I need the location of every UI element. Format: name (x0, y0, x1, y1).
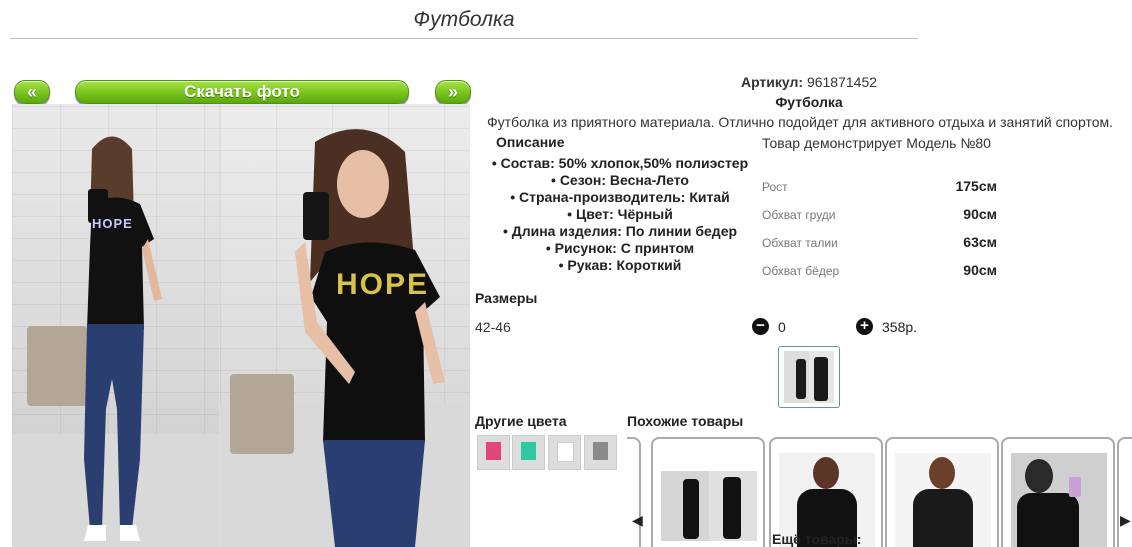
page-title: Футболка (413, 8, 515, 31)
spec-item: • Рисунок: С принтом (545, 240, 695, 256)
figure-body-icon (913, 489, 973, 547)
similar-product-card[interactable] (885, 437, 999, 547)
thumbnail-image (784, 351, 834, 403)
spec-item: • Сезон: Весна-Лето (551, 172, 689, 188)
next-photo-button[interactable]: » (435, 80, 471, 104)
measurement-label-height: Рост (762, 180, 788, 194)
description-heading: Описание (496, 134, 565, 150)
similar-product-card[interactable] (627, 437, 641, 547)
color-swatch (486, 442, 501, 460)
sizes-heading: Размеры (475, 290, 538, 306)
measurement-label-hips: Обхват бёдер (762, 264, 840, 278)
color-swatch (593, 442, 608, 460)
shirt-print-small: HOPE (92, 216, 133, 231)
measurement-label-waist: Обхват талии (762, 236, 838, 250)
decrease-quantity-button[interactable]: − (752, 318, 769, 335)
more-products-label: Ещё товары: (772, 531, 862, 547)
other-colors-heading: Другие цвета (475, 413, 567, 429)
photo-panel-full-length: HOPE (12, 104, 219, 547)
figure-icon (723, 477, 741, 539)
measurement-value-height: 175см (955, 178, 997, 194)
prev-photo-button[interactable]: « (14, 80, 50, 104)
article-row: Артикул: 961871452 (620, 74, 998, 90)
color-variant-thumbnail[interactable] (584, 435, 617, 470)
similar-product-image (895, 453, 991, 547)
product-description: Футболка из приятного материала. Отлично… (487, 114, 1114, 130)
color-variant-thumbnail[interactable] (548, 435, 581, 470)
size-label: 42-46 (475, 319, 511, 335)
phone-icon (1069, 477, 1081, 497)
increase-quantity-button[interactable]: + (856, 318, 873, 335)
carousel-prev-icon[interactable]: ◀ (632, 512, 643, 529)
thumb-figure-icon (814, 357, 828, 401)
similar-products-carousel (627, 437, 1132, 547)
similar-products-heading: Похожие товары (627, 413, 744, 429)
thumb-figure-icon (796, 359, 806, 399)
model-title: Товар демонстрирует Модель №80 (762, 135, 991, 151)
similar-product-image (661, 471, 757, 541)
measurement-value-hips: 90см (963, 262, 997, 278)
similar-product-card[interactable] (1117, 437, 1132, 547)
spec-item: • Длина изделия: По линии бедер (502, 223, 738, 239)
figure-head-icon (1025, 459, 1053, 493)
measurement-value-chest: 90см (963, 206, 997, 222)
color-swatch (557, 442, 574, 462)
color-variant-thumbnail[interactable] (512, 435, 545, 470)
product-name: Футболка (775, 94, 843, 110)
model-figure-icon (84, 136, 162, 541)
title-divider (10, 38, 918, 39)
spec-item: • Состав: 50% хлопок,50% полиэстер (491, 155, 749, 171)
quantity-value: 0 (778, 319, 786, 335)
product-photo[interactable]: HOPE HOPE (12, 104, 470, 547)
figure-icon (683, 479, 699, 539)
measurement-value-waist: 63см (963, 234, 997, 250)
spec-item: • Страна-производитель: Китай (510, 189, 730, 205)
similar-product-card[interactable] (1001, 437, 1115, 547)
color-swatch (521, 442, 536, 460)
spec-list: • Состав: 50% хлопок,50% полиэстер • Сез… (470, 155, 770, 274)
download-photo-button[interactable]: Скачать фото (75, 80, 409, 104)
price: 358р. (882, 319, 918, 335)
figure-head-icon (813, 457, 839, 489)
photo-panel-closeup: HOPE (220, 104, 470, 547)
similar-product-image (1011, 453, 1107, 547)
figure-body-icon (1017, 493, 1079, 547)
similar-product-card[interactable] (651, 437, 765, 547)
shirt-print-large: HOPE (336, 268, 430, 301)
photo-thumbnail[interactable] (778, 346, 840, 408)
spec-item: • Цвет: Чёрный (567, 206, 673, 222)
measurement-label-chest: Обхват груди (762, 208, 836, 222)
color-variant-thumbnail[interactable] (477, 435, 510, 470)
figure-head-icon (929, 457, 955, 489)
article-value: 961871452 (806, 74, 878, 90)
spec-item: • Рукав: Короткий (558, 257, 682, 273)
carousel-next-icon[interactable]: ▶ (1120, 512, 1131, 529)
model-figure-icon (295, 129, 445, 547)
article-label: Артикул: (740, 74, 804, 90)
